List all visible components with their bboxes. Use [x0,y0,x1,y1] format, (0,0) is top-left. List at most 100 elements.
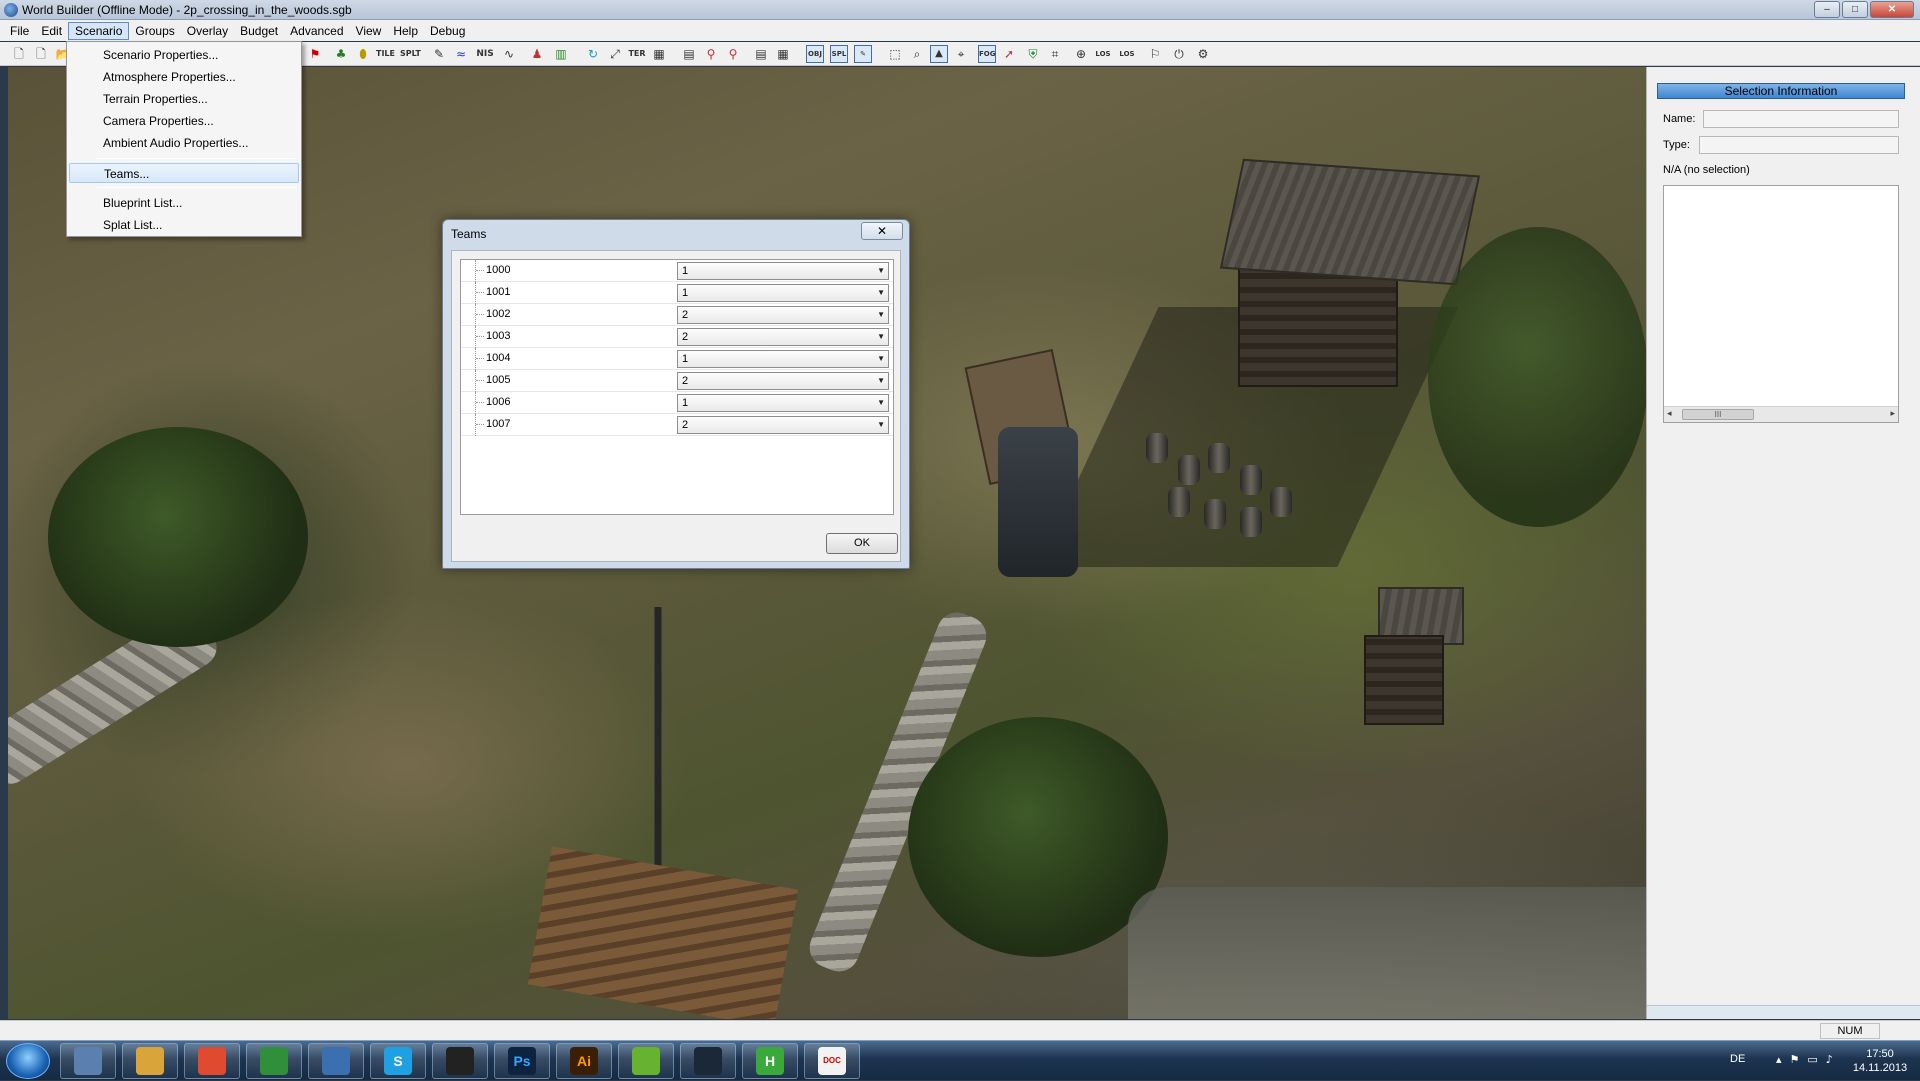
new-doc-icon[interactable]: 🗋 [32,45,50,63]
grid-toggle-icon[interactable]: ⌗ [1046,45,1064,63]
team-row: 1000 1 ▼ [461,260,893,282]
taskbar-app-button[interactable]: DOC [804,1043,860,1079]
memory-icon[interactable]: ▤ [752,45,770,63]
unit-icon[interactable]: ♟ [528,45,546,63]
maximize-button[interactable]: □ [1842,1,1868,18]
minimize-button[interactable]: – [1814,1,1840,18]
ok-button[interactable]: OK [826,533,898,554]
grid-icon[interactable]: ▦ [650,45,668,63]
menu-splat-list[interactable]: Splat List... [69,215,299,235]
menu-edit[interactable]: Edit [35,23,68,39]
menu-atmosphere-properties[interactable]: Atmosphere Properties... [69,67,299,87]
line-icon[interactable]: ⤢ [606,45,624,63]
taskbar-app-button[interactable]: Ps [494,1043,550,1079]
scroll-right-icon[interactable]: ▸ [1890,408,1895,419]
road-icon[interactable]: ✎ [430,45,448,63]
chart-icon[interactable]: ▥ [552,45,570,63]
memory-stats-icon[interactable]: ▦ [774,45,792,63]
menu-file[interactable]: File [4,23,35,39]
team-select[interactable]: 1 ▼ [677,350,889,368]
team-select[interactable]: 1 ▼ [677,262,889,280]
team-value: 1 [682,287,689,299]
obj-toggle-button[interactable]: OBJ [806,45,824,63]
camera-icon[interactable]: ⌖ [952,45,970,63]
refresh-icon[interactable]: ↻ [584,45,602,63]
brush-toggle-icon[interactable]: ✎ [854,45,872,63]
tree-icon[interactable]: ♣ [332,45,350,63]
selection-list[interactable]: ◂ III ▸ [1663,185,1899,423]
zoom-icon[interactable]: ⌕ [908,45,926,63]
shield-icon[interactable]: ⛨ [1024,45,1042,63]
team-select[interactable]: 2 ▼ [677,328,889,346]
name-label: Name: [1663,113,1696,125]
menu-teams[interactable]: Teams... [69,163,299,183]
flag-icon[interactable]: ⚑ [306,45,324,63]
close-window-button[interactable]: ✕ [1870,1,1914,18]
horizontal-scrollbar[interactable]: ◂ III ▸ [1664,406,1898,422]
menu-terrain-properties[interactable]: Terrain Properties... [69,89,299,109]
panel-icon[interactable]: ▤ [680,45,698,63]
team-select[interactable]: 1 ▼ [677,394,889,412]
menu-camera-properties[interactable]: Camera Properties... [69,111,299,131]
menu-groups[interactable]: Groups [129,23,180,39]
taskbar-app-button[interactable]: Ai [556,1043,612,1079]
taskbar-app-button[interactable] [432,1043,488,1079]
los-button[interactable]: LOS [1094,45,1112,63]
menu-budget[interactable]: Budget [234,23,284,39]
type-field[interactable] [1699,136,1899,154]
path-icon[interactable]: ∿ [500,45,518,63]
menu-ambient-audio-properties[interactable]: Ambient Audio Properties... [69,133,299,153]
flags-icon[interactable]: ⚐ [1146,45,1164,63]
select-area-icon[interactable]: ⬚ [886,45,904,63]
taskbar-app-button[interactable]: H [742,1043,798,1079]
start-button[interactable] [6,1043,50,1079]
taskbar-app-button[interactable] [246,1043,302,1079]
taskbar-app-button[interactable] [122,1043,178,1079]
render-icon[interactable]: ⚙ [1194,45,1212,63]
power-icon[interactable]: ⏻ [1170,45,1188,63]
terrain-button[interactable]: TER [628,45,646,63]
menu-view[interactable]: View [350,23,388,39]
selection-status: N/A (no selection) [1663,164,1750,176]
spl-toggle-button[interactable]: SPL [830,45,848,63]
marker-icon[interactable]: ⬮ [354,45,372,63]
pin-multi-icon[interactable]: ⚲ [724,45,742,63]
truck [998,427,1078,577]
tile-button[interactable]: TILE [376,45,395,63]
landscape-toggle-icon[interactable]: ▲ [930,45,948,63]
new-file-icon[interactable]: 🗋 [10,45,28,63]
taskbar-app-button[interactable] [308,1043,364,1079]
menu-scenario[interactable]: Scenario [68,21,130,40]
los-alt-button[interactable]: LOS [1118,45,1136,63]
menu-help[interactable]: Help [387,23,424,39]
menu-advanced[interactable]: Advanced [284,23,349,39]
fog-toggle-button[interactable]: FOG [978,45,996,63]
team-select[interactable]: 2 ▼ [677,372,889,390]
name-field[interactable] [1703,110,1899,128]
language-indicator[interactable]: DE [1730,1053,1745,1065]
menu-debug[interactable]: Debug [424,23,471,39]
scroll-left-icon[interactable]: ◂ [1667,408,1672,419]
taskbar-app-button[interactable] [184,1043,240,1079]
splat-button[interactable]: SPLT [400,45,421,63]
pin-icon[interactable]: ⚲ [702,45,720,63]
taskbar-app-button[interactable] [618,1043,674,1079]
taskbar-app-button[interactable]: S [370,1043,426,1079]
water-icon[interactable]: ≈ [452,45,470,63]
clock[interactable]: 17:50 14.11.2013 [1852,1047,1908,1075]
nis-button[interactable]: NIS [476,45,494,63]
taskbar-app-button[interactable] [680,1043,736,1079]
spawn-icon[interactable]: ⊕ [1072,45,1090,63]
arrow-icon[interactable]: ➚ [1000,45,1018,63]
menu-blueprint-list[interactable]: Blueprint List... [69,193,299,213]
team-select[interactable]: 2 ▼ [677,306,889,324]
team-select[interactable]: 2 ▼ [677,416,889,434]
menu-scenario-properties[interactable]: Scenario Properties... [69,45,299,65]
menu-overlay[interactable]: Overlay [181,23,234,39]
taskbar-app-button[interactable] [60,1043,116,1079]
team-select[interactable]: 1 ▼ [677,284,889,302]
tray-icons[interactable]: ▴⚑▭♪ [1776,1053,1841,1066]
team-value: 2 [682,419,689,431]
dialog-close-button[interactable]: ✕ [861,222,903,240]
scroll-thumb[interactable]: III [1682,409,1754,420]
